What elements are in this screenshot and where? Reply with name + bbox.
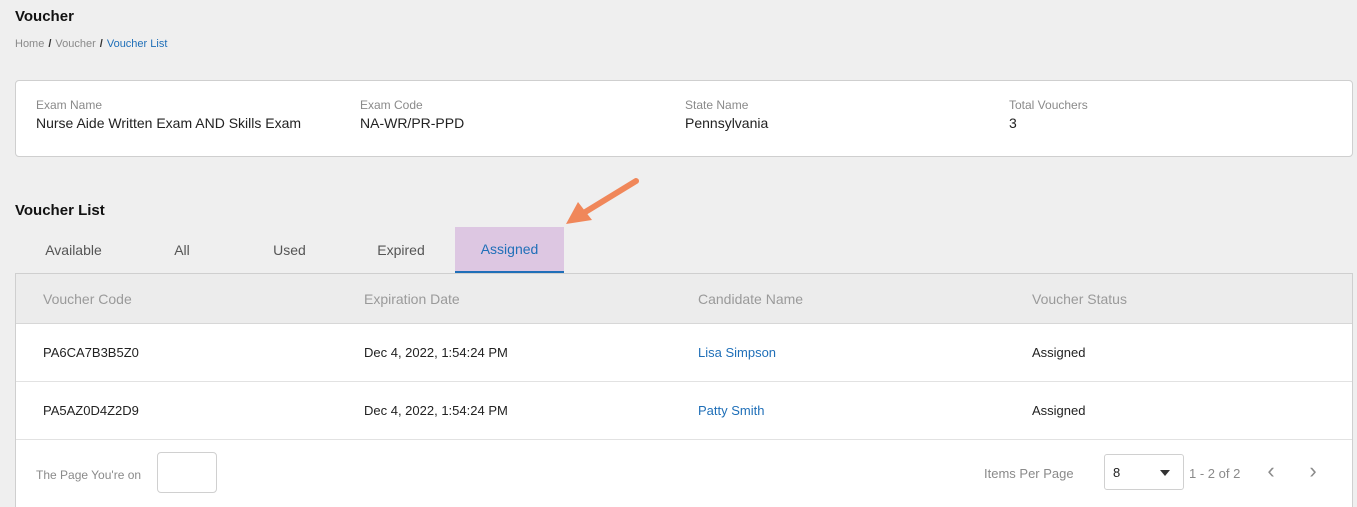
voucher-code-cell: PA6CA7B3B5Z0: [43, 345, 139, 360]
total-vouchers-field: Total Vouchers 3: [1009, 98, 1088, 131]
annotation-arrow-icon: [566, 178, 639, 224]
candidate-name-link[interactable]: Patty Smith: [698, 403, 764, 418]
exam-code-value: NA-WR/PR-PPD: [360, 115, 465, 131]
tab-available[interactable]: Available: [15, 227, 132, 273]
breadcrumb-voucher[interactable]: Voucher: [55, 38, 95, 50]
page-label: The Page You're on: [36, 468, 142, 482]
state-name-field: State Name Pennsylvania: [685, 98, 768, 131]
voucher-code-cell: PA5AZ0D4Z2D9: [43, 403, 139, 418]
column-candidate-name: Candidate Name: [698, 291, 804, 307]
exam-info-card: Exam Name Nurse Aide Written Exam AND Sk…: [15, 80, 1353, 157]
exam-code-field: Exam Code NA-WR/PR-PPD: [360, 98, 464, 131]
page-range: 1 - 2 of 2: [1189, 466, 1241, 481]
page-number-input[interactable]: [157, 452, 217, 493]
column-expiration-date: Expiration Date: [364, 291, 460, 307]
state-name-value: Pennsylvania: [685, 115, 769, 131]
voucher-list-title: Voucher List: [15, 202, 105, 219]
table-row: PA5AZ0D4Z2D9 Dec 4, 2022, 1:54:24 PM Pat…: [16, 382, 1352, 440]
total-vouchers-value: 3: [1009, 115, 1017, 131]
breadcrumb-separator: /: [48, 38, 52, 50]
voucher-status-cell: Assigned: [1032, 345, 1086, 360]
exam-name-field: Exam Name Nurse Aide Written Exam AND Sk…: [36, 98, 301, 131]
tab-used[interactable]: Used: [232, 227, 347, 273]
tab-expired[interactable]: Expired: [347, 227, 455, 273]
table-header: Voucher Code Expiration Date Candidate N…: [16, 274, 1352, 324]
breadcrumb-voucher-list: Voucher List: [106, 38, 168, 50]
state-name-label: State Name: [685, 98, 749, 112]
page-title: Voucher: [15, 8, 74, 25]
breadcrumb-home[interactable]: Home: [15, 38, 44, 50]
tab-all[interactable]: All: [132, 227, 232, 273]
breadcrumb-separator: /: [99, 38, 103, 50]
next-page-icon[interactable]: ›: [1303, 460, 1323, 484]
expiration-date-cell: Dec 4, 2022, 1:54:24 PM: [364, 403, 508, 418]
column-voucher-status: Voucher Status: [1032, 291, 1127, 307]
items-per-page-label: Items Per Page: [984, 466, 1074, 481]
column-voucher-code: Voucher Code: [43, 291, 132, 307]
tab-assigned[interactable]: Assigned: [455, 227, 564, 273]
candidate-name-link[interactable]: Lisa Simpson: [698, 345, 776, 360]
breadcrumb: Home / Voucher / Voucher List: [15, 38, 167, 50]
table-row: PA6CA7B3B5Z0 Dec 4, 2022, 1:54:24 PM Lis…: [16, 324, 1352, 382]
previous-page-icon[interactable]: ‹: [1261, 460, 1281, 484]
voucher-table: Voucher Code Expiration Date Candidate N…: [15, 273, 1353, 507]
exam-name-label: Exam Name: [36, 98, 103, 112]
chevron-down-icon: [1160, 470, 1170, 476]
voucher-status-cell: Assigned: [1032, 403, 1086, 418]
expiration-date-cell: Dec 4, 2022, 1:54:24 PM: [364, 345, 508, 360]
pagination-footer: The Page You're on Items Per Page 8 1 - …: [16, 440, 1352, 507]
total-vouchers-label: Total Vouchers: [1009, 98, 1088, 112]
exam-code-label: Exam Code: [360, 98, 423, 112]
items-per-page-value: 8: [1113, 465, 1121, 480]
exam-name-value: Nurse Aide Written Exam AND Skills Exam: [36, 115, 302, 131]
items-per-page-select[interactable]: 8: [1104, 454, 1184, 490]
